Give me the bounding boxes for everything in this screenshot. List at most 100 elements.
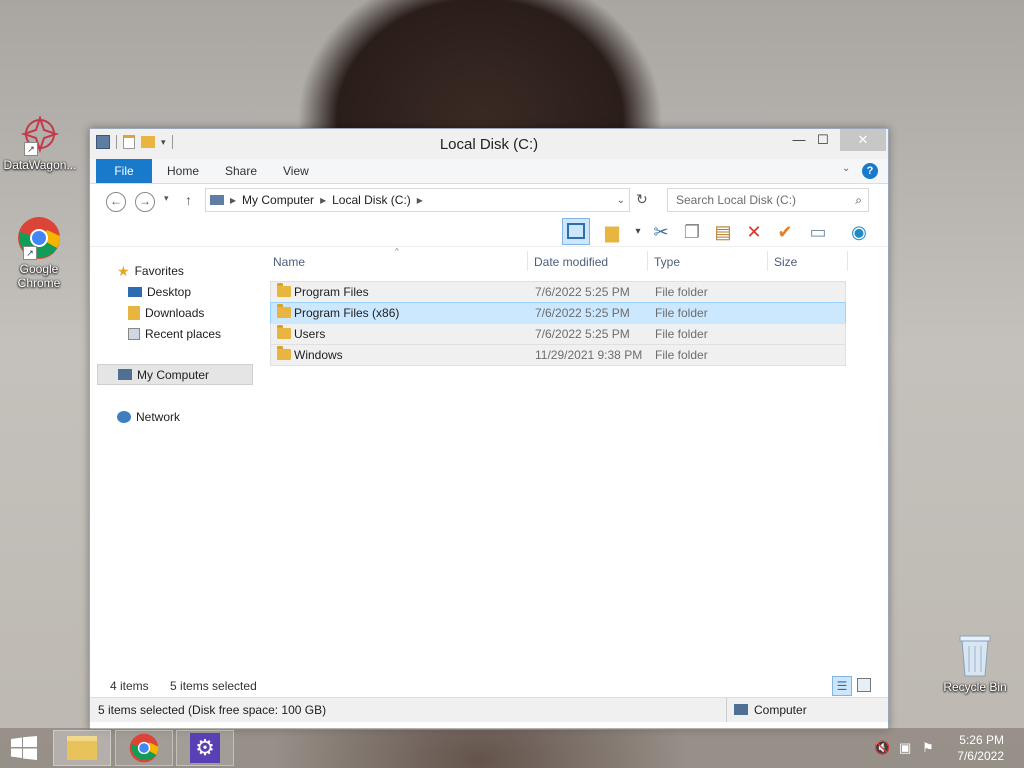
chrome-icon (129, 733, 159, 763)
nav-label: Recent places (145, 327, 222, 341)
tab-share[interactable]: Share (225, 159, 257, 183)
up-button[interactable]: ↑ (185, 192, 192, 208)
copy-icon[interactable]: ❐ (680, 220, 704, 244)
close-button[interactable]: ✕ (840, 129, 886, 151)
table-row[interactable]: Program Files 7/6/2022 5:25 PM File fold… (270, 281, 846, 303)
column-divider[interactable] (847, 251, 848, 271)
nav-network[interactable]: Network (117, 407, 180, 427)
large-icons-view-button[interactable] (857, 678, 871, 692)
tab-home[interactable]: Home (167, 159, 199, 183)
column-header-type[interactable]: Type (654, 255, 680, 269)
window-title: Local Disk (C:) (439, 136, 539, 153)
clock-time: 5:26 PM (959, 733, 1004, 747)
nav-favorites[interactable]: ★ Favorites (117, 261, 184, 281)
network-icon (117, 411, 131, 423)
paste-icon[interactable]: ▤ (711, 220, 735, 244)
table-row[interactable]: Users 7/6/2022 5:25 PM File folder (270, 323, 846, 345)
cut-icon[interactable]: ✂ (649, 220, 673, 244)
forward-button[interactable]: → (135, 192, 155, 212)
organize-dropdown-icon[interactable]: ▾ (626, 220, 650, 244)
desktop-icon-label: DataWagon... (3, 158, 77, 172)
nav-desktop[interactable]: Desktop (128, 282, 191, 302)
computer-icon (118, 369, 132, 380)
table-row[interactable]: Program Files (x86) 7/6/2022 5:25 PM Fil… (270, 302, 846, 324)
search-placeholder: Search Local Disk (C:) (676, 193, 797, 207)
tab-view[interactable]: View (283, 159, 309, 183)
nav-label: Favorites (134, 264, 184, 278)
recent-places-icon (128, 328, 140, 340)
file-date: 7/6/2022 5:25 PM (535, 306, 630, 320)
volume-muted-icon[interactable]: 🔇 (874, 740, 890, 756)
expand-ribbon-icon[interactable]: ⌄ (842, 163, 850, 174)
preview-pane-button[interactable] (562, 218, 590, 245)
item-count: 4 items (110, 679, 149, 693)
chrome-icon: ↗ (17, 216, 61, 260)
desktop-icon-google-chrome[interactable]: ↗ Google Chrome (0, 216, 79, 290)
file-name: Program Files (294, 285, 369, 299)
back-button[interactable]: ← (106, 192, 126, 212)
delete-icon[interactable]: ✕ (742, 220, 766, 244)
divider (726, 698, 727, 722)
taskbar-settings[interactable]: ⚙ (176, 730, 234, 766)
recent-locations-icon[interactable]: ▾ (164, 193, 169, 204)
breadcrumb-my-computer[interactable]: My Computer (242, 193, 314, 207)
maximize-button[interactable]: ☐ (806, 129, 840, 151)
table-row[interactable]: Windows 11/29/2021 9:38 PM File folder (270, 344, 846, 366)
title-bar: ▾ Local Disk (C:) — ☐ ✕ (90, 129, 888, 159)
taskbar: ⚙ 🔇 ▣ ⚑ 5:26 PM 7/6/2022 (0, 728, 1024, 768)
folder-icon (277, 283, 291, 297)
command-toolbar: ▆ ▾ ✂ ❐ ▤ ✕ ✔ ▭ ◉ (90, 218, 888, 247)
taskbar-chrome[interactable] (115, 730, 173, 766)
shell-icon[interactable]: ◉ (847, 220, 871, 244)
nav-label: Desktop (147, 285, 192, 299)
file-date: 11/29/2021 9:38 PM (535, 348, 643, 362)
column-divider[interactable] (767, 251, 768, 271)
address-dropdown-icon[interactable]: ⌄ (617, 195, 625, 206)
windows-logo-icon (11, 736, 37, 760)
recycle-bin-icon (955, 632, 995, 678)
network-status-icon[interactable]: ▣ (899, 740, 911, 756)
properties-check-icon[interactable]: ✔ (773, 220, 797, 244)
computer-icon (734, 704, 748, 715)
organize-folder-icon[interactable]: ▆ (600, 220, 624, 244)
folder-icon (277, 346, 291, 360)
navigation-pane: ★ Favorites Desktop Downloads Recent pla… (97, 247, 254, 675)
column-header-name[interactable]: Name (273, 255, 305, 269)
nav-my-computer[interactable]: My Computer (97, 364, 253, 385)
column-header-date-modified[interactable]: Date modified (534, 255, 608, 269)
file-explorer-icon (67, 736, 97, 760)
address-bar[interactable]: ▸ My Computer ▸ Local Disk (C:) ▸ ⌄ (205, 188, 630, 212)
file-type: File folder (655, 306, 708, 320)
refresh-icon[interactable]: ↻ (636, 191, 648, 208)
selected-count: 5 items selected (170, 679, 257, 693)
downloads-icon (128, 306, 140, 320)
sort-indicator-icon: ^ (395, 247, 399, 256)
details-view-button[interactable]: ☰ (832, 676, 852, 696)
breadcrumb-local-disk[interactable]: Local Disk (C:) (332, 193, 411, 207)
action-center-icon[interactable]: ⚑ (922, 740, 934, 756)
file-name: Users (294, 327, 326, 341)
start-button[interactable] (10, 736, 38, 760)
taskbar-file-explorer[interactable] (53, 730, 111, 766)
file-type: File folder (655, 327, 708, 341)
desktop-icon-datawagon[interactable]: ↗ DataWagon... (0, 112, 80, 172)
nav-downloads[interactable]: Downloads (128, 303, 204, 323)
datawagon-icon: ↗ (18, 112, 62, 156)
column-divider[interactable] (647, 251, 648, 271)
rename-icon[interactable]: ▭ (806, 220, 830, 244)
nav-label: Network (136, 410, 181, 424)
nav-recent-places[interactable]: Recent places (128, 324, 221, 344)
desktop-icon-label: Recycle Bin (943, 680, 1007, 694)
search-input[interactable]: Search Local Disk (C:) ⌕ (667, 188, 869, 212)
search-icon[interactable]: ⌕ (855, 193, 862, 208)
file-date: 7/6/2022 5:25 PM (535, 327, 630, 341)
system-clock[interactable]: 5:26 PM 7/6/2022 (957, 732, 1004, 764)
desktop-icon-recycle-bin[interactable]: Recycle Bin (935, 632, 1015, 694)
status-bar: 5 items selected (Disk free space: 100 G… (90, 697, 888, 722)
column-divider[interactable] (527, 251, 528, 271)
column-header-size[interactable]: Size (774, 255, 797, 269)
help-icon[interactable]: ? (862, 163, 878, 179)
desktop-icon-label: Google Chrome (17, 262, 61, 290)
explorer-window: ▾ Local Disk (C:) — ☐ ✕ File Home Share … (89, 128, 889, 730)
tab-file[interactable]: File (96, 159, 152, 183)
